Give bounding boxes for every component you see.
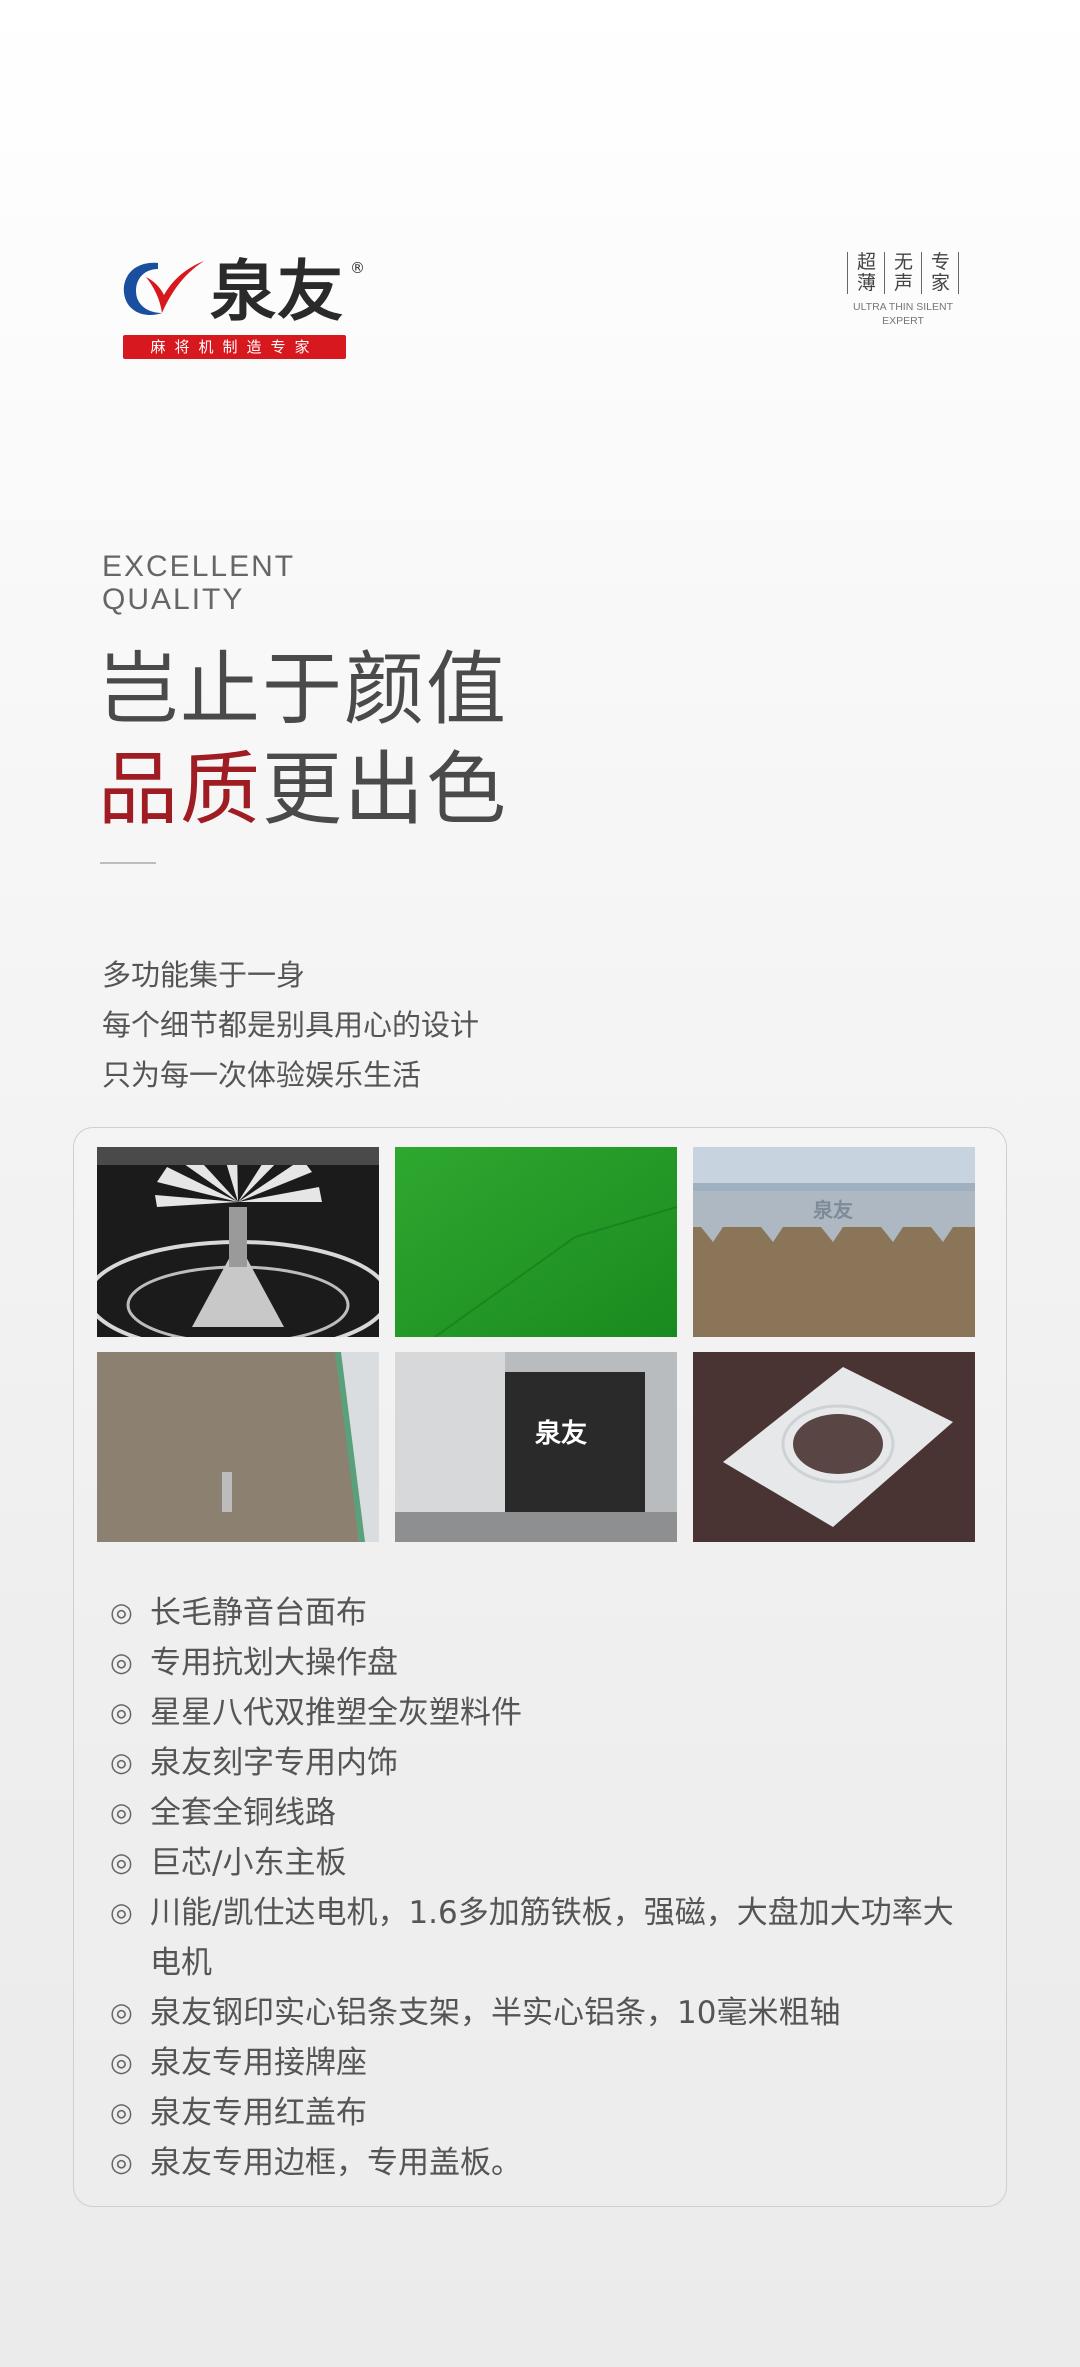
- slogan-badge: 超薄 无声 专家 ULTRA THIN SILENT EXPERT: [823, 252, 983, 328]
- feature-item-text: 巨芯/小东主板: [150, 1845, 347, 1881]
- slogan-column-2: 无声: [894, 251, 914, 294]
- brand-name: 泉友: [210, 253, 344, 330]
- feature-item-text: 泉友刻字专用内饰: [150, 1745, 398, 1781]
- feature-item: ◎ 星星八代双推塑全灰塑料件: [110, 1688, 970, 1738]
- feature-item: ◎ 专用抗划大操作盘: [110, 1638, 970, 1688]
- slogan-divider: [847, 252, 848, 294]
- photo-logo-component: 泉友: [395, 1352, 677, 1542]
- intro-text: 多功能集于一身 每个细节都是别具用心的设计 只为每一次体验娱乐生活: [102, 950, 479, 1100]
- photo-gear-mechanism: [97, 1147, 379, 1337]
- feature-item: ◎ 巨芯/小东主板: [110, 1838, 970, 1888]
- feature-item: ◎ 泉友专用接牌座: [110, 2038, 970, 2088]
- brand-logo: 泉友 ® 麻将机制造专家: [118, 255, 368, 365]
- english-heading: EXCELLENT QUALITY: [102, 550, 295, 616]
- feature-item: ◎ 川能/凯仕达电机，1.6多加筋铁板，强磁，大盘加大功率大电机: [110, 1888, 970, 1988]
- bullet-icon: ◎: [110, 1998, 133, 2028]
- slogan-column-1: 超薄: [857, 251, 877, 294]
- feature-item-text: 泉友专用红盖布: [150, 2095, 367, 2131]
- feature-item: ◎ 泉友专用红盖布: [110, 2088, 970, 2138]
- strip-engraving-text: 泉友: [812, 1198, 853, 1222]
- feature-list: ◎ 长毛静音台面布 ◎ 专用抗划大操作盘 ◎ 星星八代双推塑全灰塑料件 ◎ 泉友刻字专用…: [110, 1588, 970, 2188]
- photo-edge-frame: [97, 1352, 379, 1542]
- brand-logo-mark-icon: [123, 261, 204, 315]
- feature-item-text: 泉友专用边框，专用盖板。: [150, 2145, 522, 2181]
- intro-line-3: 只为每一次体验娱乐生活: [102, 1058, 422, 1092]
- headline-line-2-rest: 更出色: [262, 743, 508, 836]
- feature-item-text: 全套全铜线路: [150, 1795, 336, 1831]
- slogan-english-line-1: ULTRA THIN SILENT: [853, 301, 953, 313]
- heading-divider: [100, 862, 156, 864]
- feature-item-text: 星星八代双推塑全灰塑料件: [150, 1695, 522, 1731]
- intro-line-2: 每个细节都是别具用心的设计: [102, 1008, 480, 1042]
- photo-green-table-cloth: [395, 1147, 677, 1337]
- component-logo-text: 泉友: [535, 1418, 587, 1449]
- headline-line-2: 品质更出色: [98, 740, 508, 840]
- headline-line-1: 岂止于颜值: [98, 643, 508, 736]
- bullet-icon: ◎: [110, 2048, 133, 2078]
- slogan-column-3: 专家: [931, 251, 951, 294]
- bullet-icon: ◎: [110, 1648, 133, 1678]
- bullet-icon: ◎: [110, 1898, 133, 1928]
- registered-mark: ®: [350, 259, 365, 277]
- feature-item-text: 泉友钢印实心铝条支架，半实心铝条，10毫米粗轴: [150, 1995, 841, 2031]
- bullet-icon: ◎: [110, 2148, 133, 2178]
- english-heading-line-2: QUALITY: [102, 583, 245, 616]
- brand-tagline: 麻将机制造专家: [123, 335, 346, 359]
- photo-engraved-aluminum-strip: 泉友: [693, 1147, 975, 1337]
- bullet-icon: ◎: [110, 1598, 133, 1628]
- slogan-divider: [884, 252, 885, 294]
- feature-item: ◎ 泉友刻字专用内饰: [110, 1738, 970, 1788]
- bullet-icon: ◎: [110, 2098, 133, 2128]
- photo-metal-plate: [693, 1352, 975, 1542]
- feature-item: ◎ 泉友专用边框，专用盖板。: [110, 2138, 970, 2188]
- feature-item: ◎ 泉友钢印实心铝条支架，半实心铝条，10毫米粗轴: [110, 1988, 970, 2038]
- slogan-divider: [958, 252, 959, 294]
- bullet-icon: ◎: [110, 1848, 133, 1878]
- bullet-icon: ◎: [110, 1798, 133, 1828]
- feature-item: ◎ 长毛静音台面布: [110, 1588, 970, 1638]
- slogan-english-line-2: EXPERT: [882, 315, 924, 327]
- bullet-icon: ◎: [110, 1698, 133, 1728]
- headline-highlight: 品质: [98, 743, 262, 836]
- feature-card: 泉友 泉友 ◎ 长毛静音台面布 ◎ 专用抗划大操作盘 ◎ 星星八代双推塑全灰塑料…: [73, 1127, 1007, 2207]
- english-heading-line-1: EXCELLENT: [102, 550, 296, 583]
- feature-item-text: 川能/凯仕达电机，1.6多加筋铁板，强磁，大盘加大功率大电机: [150, 1895, 954, 1981]
- feature-item-text: 泉友专用接牌座: [150, 2045, 367, 2081]
- slogan-divider: [921, 252, 922, 294]
- feature-item: ◎ 全套全铜线路: [110, 1788, 970, 1838]
- feature-item-text: 专用抗划大操作盘: [150, 1645, 398, 1681]
- feature-item-text: 长毛静音台面布: [150, 1595, 367, 1631]
- intro-line-1: 多功能集于一身: [102, 958, 306, 992]
- bullet-icon: ◎: [110, 1748, 133, 1778]
